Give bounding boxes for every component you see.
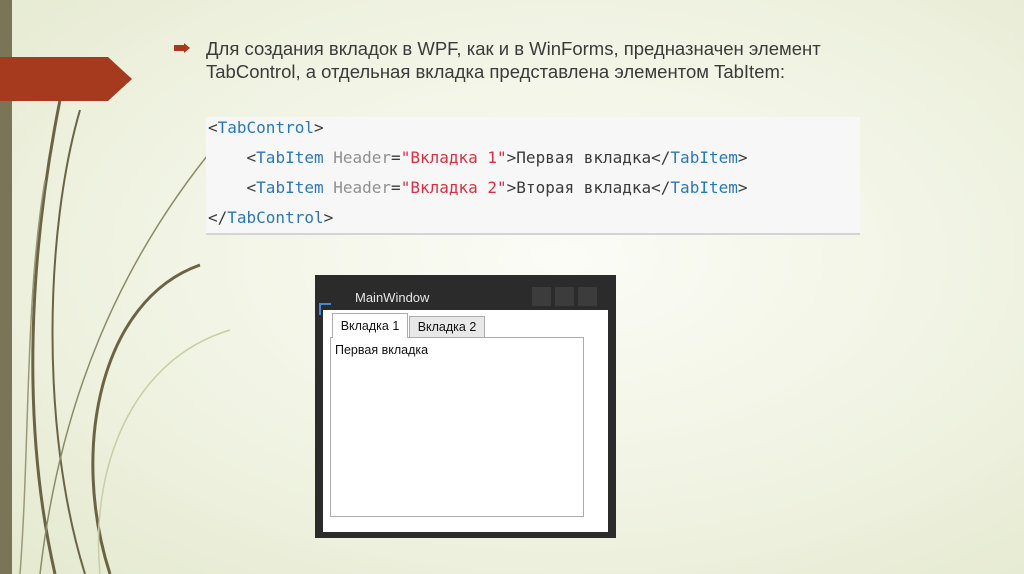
arrow-bullet-icon: [174, 43, 190, 53]
bullet-text: Для создания вкладок в WPF, как и в WinF…: [206, 38, 821, 82]
code-token: <: [246, 178, 257, 197]
code-token: Header: [323, 148, 392, 167]
maximize-button[interactable]: [555, 287, 574, 306]
code-token: Первая вкладка: [516, 148, 652, 167]
code-token: </: [651, 148, 671, 167]
code-line-3: <TabItem Header="Вкладка 2">Вторая вклад…: [208, 177, 748, 199]
bullet-point: Для создания вкладок в WPF, как и в WinF…: [174, 37, 898, 83]
code-line-1: <TabControl>: [208, 117, 324, 139]
code-token: TabItem: [256, 148, 324, 167]
code-token: </: [208, 208, 228, 227]
minimize-button[interactable]: [532, 287, 551, 306]
code-token: TabItem: [256, 178, 324, 197]
code-token: </: [651, 178, 671, 197]
window-client-area: Вкладка 1 Вкладка 2 Первая вкладка: [323, 310, 608, 532]
code-token: >: [737, 148, 748, 167]
code-token: =: [391, 178, 401, 197]
code-token: Header: [323, 178, 392, 197]
code-token: TabControl: [227, 208, 324, 227]
code-token: TabItem: [670, 148, 738, 167]
app-window-screenshot: MainWindow Вкладка 1 Вкладка 2 Первая вк…: [315, 275, 616, 538]
code-line-2: <TabItem Header="Вкладка 1">Первая вклад…: [208, 147, 748, 169]
tab-content-text: Первая вкладка: [335, 343, 429, 357]
code-token: Вторая вкладка: [516, 178, 652, 197]
code-token: "Вкладка 2": [400, 178, 507, 197]
tab-vkladka-2[interactable]: Вкладка 2: [409, 316, 485, 338]
code-token: TabItem: [670, 178, 738, 197]
code-token: >: [323, 208, 334, 227]
code-token: >: [506, 148, 517, 167]
code-token: >: [737, 178, 748, 197]
code-token: >: [506, 178, 517, 197]
window-title: MainWindow: [355, 290, 430, 305]
close-button[interactable]: [578, 287, 597, 306]
accent-arrow-tab: [0, 57, 132, 101]
tab-content-panel: Первая вкладка: [330, 337, 584, 517]
code-token: >: [313, 118, 324, 137]
code-token: TabControl: [217, 118, 314, 137]
code-block: <TabControl> <TabItem Header="Вкладка 1"…: [206, 117, 860, 235]
tab-vkladka-1[interactable]: Вкладка 1: [332, 313, 408, 338]
code-token: =: [391, 148, 401, 167]
code-token: <: [208, 118, 218, 137]
code-token: "Вкладка 1": [400, 148, 507, 167]
code-token: <: [246, 148, 257, 167]
code-line-4: </TabControl>: [208, 207, 333, 229]
